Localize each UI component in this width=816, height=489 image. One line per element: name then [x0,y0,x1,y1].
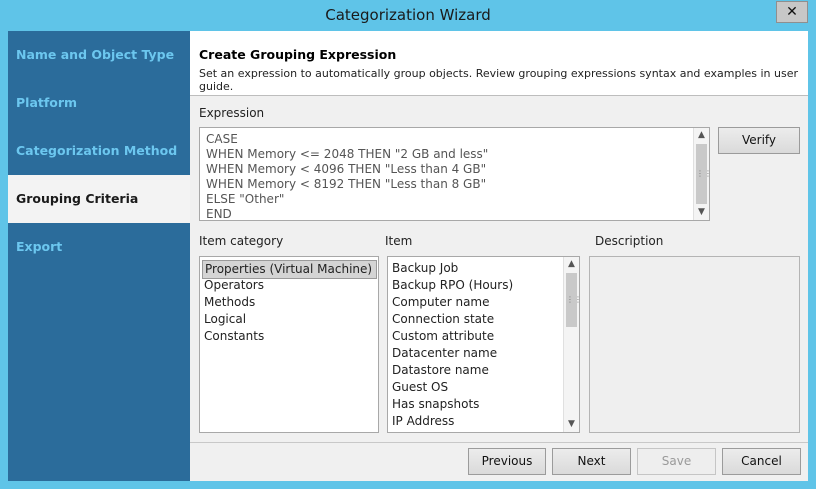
sidebar-item-categorization-method[interactable]: Categorization Method [8,127,190,175]
sidebar-item-grouping-criteria[interactable]: Grouping Criteria [8,175,190,223]
page-description: Set an expression to automatically group… [199,67,799,93]
expression-scrollbar[interactable]: ▲ ⋮⋮ ▼ [693,128,712,220]
grip-icon: ⋮⋮ [566,295,582,304]
expression-line: END [206,207,232,221]
expression-line: WHEN Memory < 4096 THEN "Less than 4 GB" [206,162,487,176]
item-category-label: Item category [199,234,284,248]
verify-button[interactable]: Verify [718,127,800,154]
expression-editor[interactable]: CASE WHEN Memory <= 2048 THEN "2 GB and … [199,127,712,221]
scrollbar-thumb[interactable]: ⋮⋮ [696,144,712,204]
list-item[interactable]: Backup RPO (Hours) [392,277,513,294]
step-header: Create Grouping Expression Set an expres… [190,31,808,96]
page-title: Create Grouping Expression [199,47,397,62]
footer-divider [190,442,808,443]
wizard-steps-sidebar: Name and Object Type Platform Categoriza… [8,31,190,481]
sidebar-item-platform[interactable]: Platform [8,79,190,127]
scroll-up-icon[interactable]: ▲ [564,257,579,272]
expression-line: ELSE "Other" [206,192,285,206]
expression-line: WHEN Memory <= 2048 THEN "2 GB and less" [206,147,489,161]
item-label: Item [385,234,413,248]
item-list[interactable]: Backup Job Backup RPO (Hours) Computer n… [387,256,582,433]
list-item[interactable]: IP Address [392,413,454,430]
cancel-button[interactable]: Cancel [722,448,801,475]
item-list-scrollbar[interactable]: ▲ ⋮⋮ ▼ [563,257,582,432]
list-item[interactable]: Computer name [392,294,490,311]
wizard-content: Name and Object Type Platform Categoriza… [8,31,808,481]
item-category-list[interactable]: Properties (Virtual Machine) Operators M… [199,256,379,433]
list-item[interactable]: Operators [204,277,264,294]
list-item[interactable]: Datacenter name [392,345,497,362]
next-button[interactable]: Next [552,448,631,475]
previous-button[interactable]: Previous [468,448,546,475]
scroll-down-icon[interactable]: ▼ [694,205,709,220]
list-item[interactable]: Has snapshots [392,396,479,413]
list-item[interactable]: Datastore name [392,362,489,379]
list-item[interactable]: Backup Job [392,260,458,277]
description-label: Description [595,234,664,248]
expression-line: CASE [206,132,238,146]
close-icon: ✕ [786,4,798,20]
expression-line: WHEN Memory < 8192 THEN "Less than 8 GB" [206,177,487,191]
list-item[interactable]: Custom attribute [392,328,494,345]
scroll-up-icon[interactable]: ▲ [694,128,709,143]
window-title: Categorization Wizard [325,6,491,24]
list-item[interactable]: Guest OS [392,379,448,396]
sidebar-item-export[interactable]: Export [8,223,190,271]
title-bar[interactable]: Categorization Wizard ✕ [0,0,816,31]
list-item[interactable]: Logical [204,311,246,328]
grip-icon: ⋮⋮ [696,169,712,178]
list-item[interactable]: Constants [204,328,264,345]
list-item[interactable]: Methods [204,294,255,311]
scroll-down-icon[interactable]: ▼ [564,417,579,432]
close-button[interactable]: ✕ [776,1,808,23]
scrollbar-thumb[interactable]: ⋮⋮ [566,273,582,327]
description-panel [589,256,800,433]
expression-label: Expression [199,106,265,120]
save-button[interactable]: Save [637,448,716,475]
wizard-window: Categorization Wizard ✕ Name and Object … [0,0,816,489]
list-item[interactable]: Connection state [392,311,494,328]
sidebar-item-name-and-object-type[interactable]: Name and Object Type [8,31,190,79]
